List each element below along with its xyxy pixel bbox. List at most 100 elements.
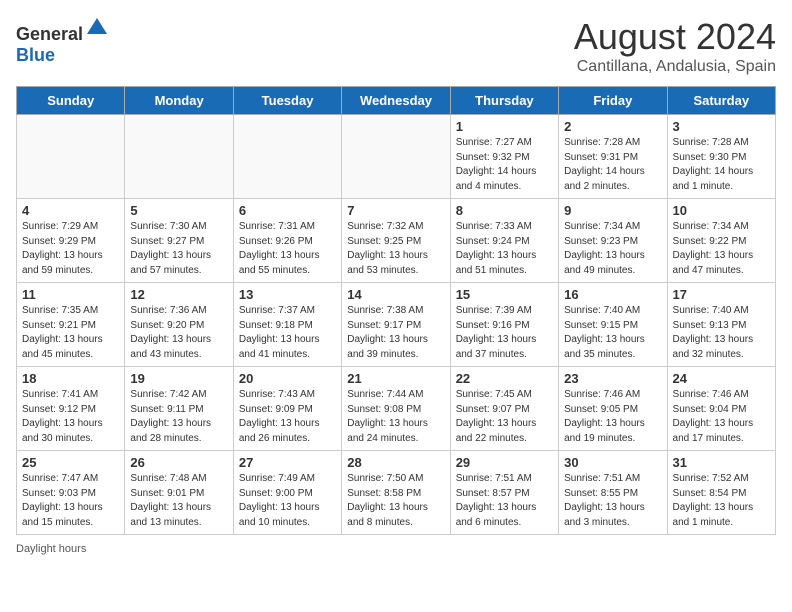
calendar-cell: 25Sunrise: 7:47 AM Sunset: 9:03 PM Dayli… [17,451,125,535]
day-number: 23 [564,371,661,386]
day-number: 6 [239,203,336,218]
logo-general: General [16,24,83,44]
day-number: 10 [673,203,770,218]
day-number: 24 [673,371,770,386]
day-info: Sunrise: 7:35 AM Sunset: 9:21 PM Dayligh… [22,304,119,362]
day-info: Sunrise: 7:32 AM Sunset: 9:25 PM Dayligh… [347,220,444,278]
calendar-cell: 12 Sunrise: 7:36 AM Sunset: 9:20 PM Dayli… [125,283,233,367]
calendar-cell [233,115,341,199]
day-number: 28 [347,455,444,470]
day-info: Sunrise: 7:36 AM Sunset: 9:20 PM Dayligh… [130,304,227,362]
day-info: Sunrise: 7:31 AM Sunset: 9:26 PM Dayligh… [239,220,336,278]
logo-blue: Blue [16,45,55,65]
calendar-cell: 15 Sunrise: 7:39 AM Sunset: 9:16 PM Dayli… [450,283,558,367]
day-info: Sunrise: 7:40 AM Sunset: 9:15 PM Dayligh… [564,304,661,362]
logo-icon [85,16,109,40]
day-number: 22 [456,371,553,386]
calendar-day-header: Monday [125,87,233,115]
calendar-cell: 21 Sunrise: 7:44 AM Sunset: 9:08 PM Dayli… [342,367,450,451]
day-number: 4 [22,203,119,218]
calendar-cell: 26 Sunrise: 7:48 AM Sunset: 9:01 PM Dayli… [125,451,233,535]
day-info: Sunrise: 7:50 AM Sunset: 8:58 PM Dayligh… [347,472,444,530]
calendar-week-row: 18Sunrise: 7:41 AM Sunset: 9:12 PM Dayli… [17,367,776,451]
day-number: 9 [564,203,661,218]
page-header: General Blue August 2024 Cantillana, And… [16,16,776,76]
day-number: 25 [22,455,119,470]
day-number: 21 [347,371,444,386]
calendar-week-row: 25Sunrise: 7:47 AM Sunset: 9:03 PM Dayli… [17,451,776,535]
day-info: Sunrise: 7:44 AM Sunset: 9:08 PM Dayligh… [347,388,444,446]
day-info: Sunrise: 7:43 AM Sunset: 9:09 PM Dayligh… [239,388,336,446]
day-number: 2 [564,119,661,134]
calendar-cell: 17 Sunrise: 7:40 AM Sunset: 9:13 PM Dayli… [667,283,775,367]
calendar-cell: 9 Sunrise: 7:34 AM Sunset: 9:23 PM Daylig… [559,199,667,283]
day-info: Sunrise: 7:30 AM Sunset: 9:27 PM Dayligh… [130,220,227,278]
day-number: 12 [130,287,227,302]
calendar-cell [342,115,450,199]
calendar-cell: 2 Sunrise: 7:28 AM Sunset: 9:31 PM Daylig… [559,115,667,199]
calendar-cell: 20 Sunrise: 7:43 AM Sunset: 9:09 PM Dayli… [233,367,341,451]
calendar-day-header: Thursday [450,87,558,115]
day-number: 15 [456,287,553,302]
title-section: August 2024 Cantillana, Andalusia, Spain [574,16,776,76]
calendar-week-row: 11 Sunrise: 7:35 AM Sunset: 9:21 PM Dayli… [17,283,776,367]
day-number: 7 [347,203,444,218]
day-info: Sunrise: 7:52 AM Sunset: 8:54 PM Dayligh… [673,472,770,530]
day-info: Sunrise: 7:37 AM Sunset: 9:18 PM Dayligh… [239,304,336,362]
month-year: August 2024 [574,16,776,58]
day-info: Sunrise: 7:28 AM Sunset: 9:31 PM Dayligh… [564,136,661,194]
day-info: Sunrise: 7:38 AM Sunset: 9:17 PM Dayligh… [347,304,444,362]
day-number: 16 [564,287,661,302]
calendar-day-header: Saturday [667,87,775,115]
day-info: Sunrise: 7:45 AM Sunset: 9:07 PM Dayligh… [456,388,553,446]
day-number: 29 [456,455,553,470]
day-number: 26 [130,455,227,470]
calendar-cell: 5 Sunrise: 7:30 AM Sunset: 9:27 PM Daylig… [125,199,233,283]
day-number: 3 [673,119,770,134]
day-info: Sunrise: 7:39 AM Sunset: 9:16 PM Dayligh… [456,304,553,362]
day-info: Sunrise: 7:27 AM Sunset: 9:32 PM Dayligh… [456,136,553,194]
day-number: 13 [239,287,336,302]
calendar-cell: 30 Sunrise: 7:51 AM Sunset: 8:55 PM Dayli… [559,451,667,535]
day-info: Sunrise: 7:49 AM Sunset: 9:00 PM Dayligh… [239,472,336,530]
calendar-day-header: Wednesday [342,87,450,115]
calendar-cell: 1 Sunrise: 7:27 AM Sunset: 9:32 PM Daylig… [450,115,558,199]
calendar-cell: 11 Sunrise: 7:35 AM Sunset: 9:21 PM Dayli… [17,283,125,367]
day-number: 17 [673,287,770,302]
day-number: 5 [130,203,227,218]
day-number: 8 [456,203,553,218]
calendar-cell: 22 Sunrise: 7:45 AM Sunset: 9:07 PM Dayli… [450,367,558,451]
day-number: 20 [239,371,336,386]
calendar-cell: 28 Sunrise: 7:50 AM Sunset: 8:58 PM Dayli… [342,451,450,535]
day-number: 1 [456,119,553,134]
day-number: 11 [22,287,119,302]
day-info: Sunrise: 7:46 AM Sunset: 9:05 PM Dayligh… [564,388,661,446]
logo: General Blue [16,16,109,66]
calendar-day-header: Tuesday [233,87,341,115]
logo-text: General Blue [16,16,109,66]
day-info: Sunrise: 7:51 AM Sunset: 8:57 PM Dayligh… [456,472,553,530]
day-info: Sunrise: 7:40 AM Sunset: 9:13 PM Dayligh… [673,304,770,362]
calendar-cell: 29 Sunrise: 7:51 AM Sunset: 8:57 PM Dayli… [450,451,558,535]
calendar-cell: 23 Sunrise: 7:46 AM Sunset: 9:05 PM Dayli… [559,367,667,451]
day-number: 19 [130,371,227,386]
calendar-cell: 18Sunrise: 7:41 AM Sunset: 9:12 PM Dayli… [17,367,125,451]
calendar-week-row: 1 Sunrise: 7:27 AM Sunset: 9:32 PM Daylig… [17,115,776,199]
day-info: Sunrise: 7:34 AM Sunset: 9:23 PM Dayligh… [564,220,661,278]
day-info: Sunrise: 7:51 AM Sunset: 8:55 PM Dayligh… [564,472,661,530]
day-info: Sunrise: 7:28 AM Sunset: 9:30 PM Dayligh… [673,136,770,194]
day-info: Sunrise: 7:33 AM Sunset: 9:24 PM Dayligh… [456,220,553,278]
day-info: Sunrise: 7:48 AM Sunset: 9:01 PM Dayligh… [130,472,227,530]
day-number: 31 [673,455,770,470]
day-info: Sunrise: 7:46 AM Sunset: 9:04 PM Dayligh… [673,388,770,446]
calendar-cell: 3 Sunrise: 7:28 AM Sunset: 9:30 PM Daylig… [667,115,775,199]
day-number: 30 [564,455,661,470]
calendar-cell: 27Sunrise: 7:49 AM Sunset: 9:00 PM Dayli… [233,451,341,535]
calendar-cell: 24 Sunrise: 7:46 AM Sunset: 9:04 PM Dayli… [667,367,775,451]
calendar-cell [17,115,125,199]
calendar-cell: 10Sunrise: 7:34 AM Sunset: 9:22 PM Dayli… [667,199,775,283]
calendar-cell [125,115,233,199]
calendar-day-header: Sunday [17,87,125,115]
calendar-day-header: Friday [559,87,667,115]
day-number: 14 [347,287,444,302]
